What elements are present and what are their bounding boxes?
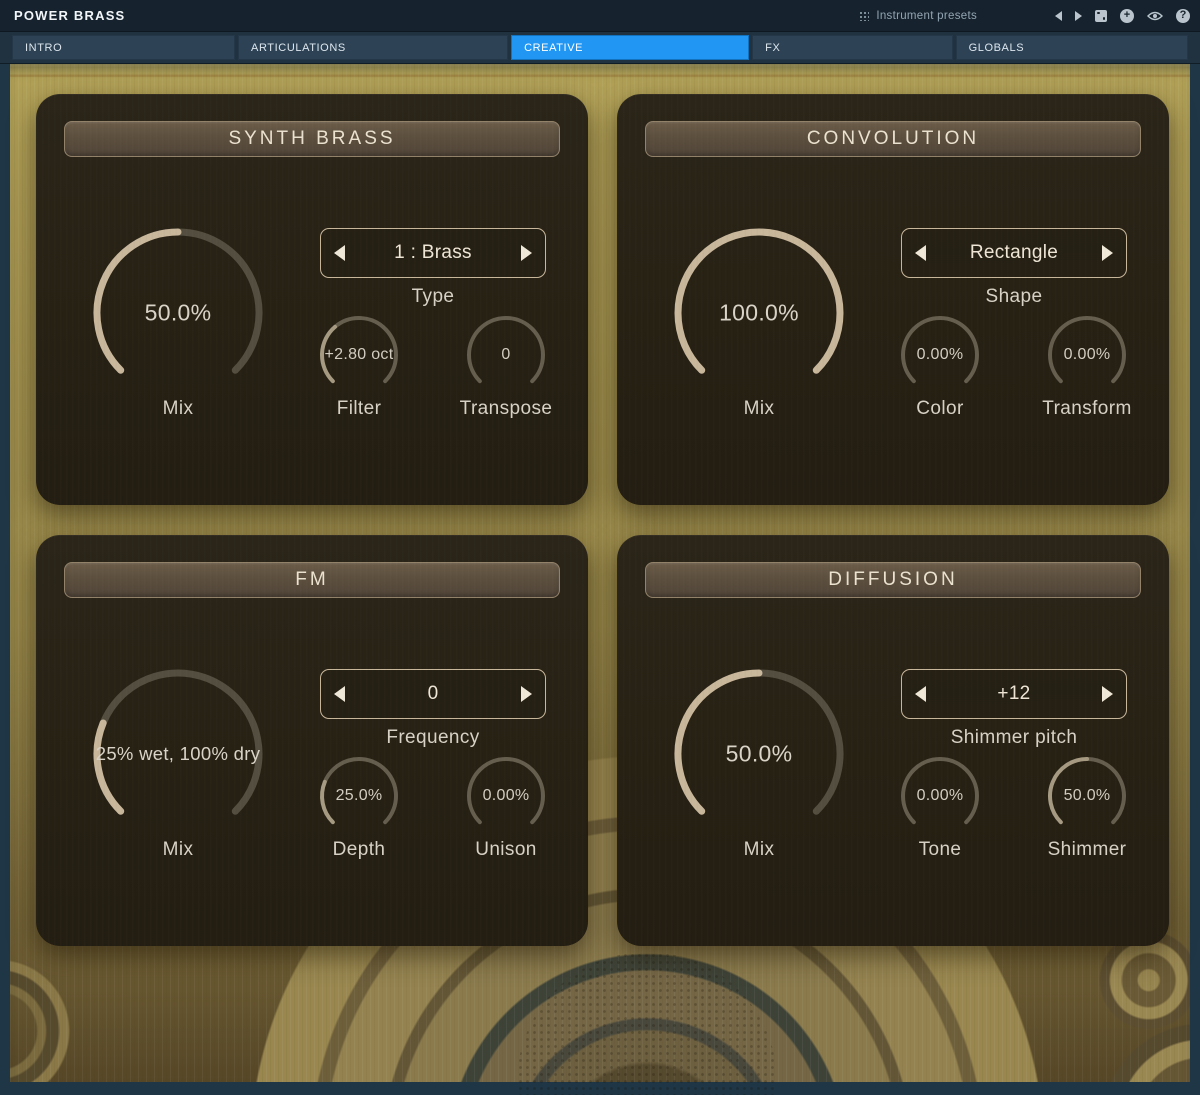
selector-label: Type: [320, 286, 546, 308]
knob-label: Filter: [289, 398, 429, 420]
mix-knob[interactable]: 50.0%: [671, 666, 847, 842]
transpose-knob[interactable]: 0: [464, 313, 548, 397]
knob-value: 0.00%: [917, 787, 964, 805]
chevron-right-icon[interactable]: [521, 686, 532, 702]
knob-label: Mix: [671, 839, 847, 861]
selector-value: 0: [428, 683, 439, 705]
unison-knob[interactable]: 0.00%: [464, 754, 548, 838]
color-knob[interactable]: 0.00%: [898, 313, 982, 397]
depth-knob[interactable]: 25.0%: [317, 754, 401, 838]
knob-label: Unison: [436, 839, 576, 861]
tab-intro[interactable]: INTRO: [12, 35, 235, 60]
tab-creative[interactable]: CREATIVE: [511, 35, 749, 60]
selector-label: Shape: [901, 286, 1127, 308]
knob-label: Transpose: [436, 398, 576, 420]
panel-title: CONVOLUTION: [645, 121, 1141, 157]
mix-knob[interactable]: 50.0%: [90, 225, 266, 401]
knob-label: Mix: [90, 398, 266, 420]
tab-bar: INTRO ARTICULATIONS CREATIVE FX GLOBALS: [0, 32, 1200, 64]
knob-value: 0.00%: [1064, 346, 1111, 364]
shimmer-knob[interactable]: 50.0%: [1045, 754, 1129, 838]
plugin-window: POWER BRASS Instrument presets + ? INTRO…: [0, 0, 1200, 1095]
panel-title: DIFFUSION: [645, 562, 1141, 598]
panel-diffusion: DIFFUSION 50.0% Mix +12 Shimmer pitch 0.…: [617, 535, 1169, 946]
shape-selector[interactable]: Rectangle: [901, 228, 1127, 278]
selector-value: Rectangle: [970, 242, 1058, 264]
knob-label: Mix: [90, 839, 266, 861]
random-icon[interactable]: [1095, 10, 1107, 22]
titlebar: POWER BRASS Instrument presets + ?: [0, 0, 1200, 32]
knob-value: 25% wet, 100% dry: [96, 743, 261, 765]
selector-label: Frequency: [320, 727, 546, 749]
knob-label: Transform: [1017, 398, 1157, 420]
app-title: POWER BRASS: [14, 8, 125, 23]
help-icon[interactable]: ?: [1176, 9, 1190, 23]
knob-value: 0: [501, 346, 510, 364]
knob-value: 25.0%: [336, 787, 383, 805]
transform-knob[interactable]: 0.00%: [1045, 313, 1129, 397]
selector-value: 1 : Brass: [394, 242, 472, 264]
mix-knob[interactable]: 100.0%: [671, 225, 847, 401]
knob-value: 50.0%: [1064, 787, 1111, 805]
tab-fx[interactable]: FX: [752, 35, 952, 60]
instrument-presets-label: Instrument presets: [876, 10, 977, 22]
plus-icon[interactable]: +: [1120, 9, 1134, 23]
tab-globals[interactable]: GLOBALS: [956, 35, 1188, 60]
knob-label: Shimmer: [1017, 839, 1157, 861]
speaker-mesh-texture: [517, 952, 777, 1095]
titlebar-icons: + ?: [1055, 9, 1190, 23]
eye-icon[interactable]: [1147, 10, 1163, 22]
knob-label: Color: [870, 398, 1010, 420]
panel-synth-brass: SYNTH BRASS 50.0% Mix 1 : Brass Type +2.…: [36, 94, 588, 505]
chevron-left-icon[interactable]: [334, 245, 345, 261]
knob-label: Tone: [870, 839, 1010, 861]
panel-title: SYNTH BRASS: [64, 121, 560, 157]
background-artwork: SYNTH BRASS 50.0% Mix 1 : Brass Type +2.…: [10, 64, 1190, 1082]
filter-knob[interactable]: +2.80 oct: [317, 313, 401, 397]
panel-convolution: CONVOLUTION 100.0% Mix Rectangle Shape 0…: [617, 94, 1169, 505]
mix-knob[interactable]: 25% wet, 100% dry: [90, 666, 266, 842]
type-selector[interactable]: 1 : Brass: [320, 228, 546, 278]
knob-value: 50.0%: [145, 300, 212, 327]
knob-value: 0.00%: [483, 787, 530, 805]
panel-fm: FM 25% wet, 100% dry Mix 0 Frequency 25.…: [36, 535, 588, 946]
panel-title: FM: [64, 562, 560, 598]
selector-label: Shimmer pitch: [901, 727, 1127, 749]
preset-prev-icon[interactable]: [1055, 11, 1062, 21]
preset-next-icon[interactable]: [1075, 11, 1082, 21]
chevron-right-icon[interactable]: [521, 245, 532, 261]
chevron-left-icon[interactable]: [915, 245, 926, 261]
knob-value: 0.00%: [917, 346, 964, 364]
knob-value: +2.80 oct: [325, 346, 394, 364]
frequency-selector[interactable]: 0: [320, 669, 546, 719]
knob-label: Mix: [671, 398, 847, 420]
grid-icon: [859, 11, 869, 21]
chevron-left-icon[interactable]: [334, 686, 345, 702]
shimmer-pitch-selector[interactable]: +12: [901, 669, 1127, 719]
chevron-right-icon[interactable]: [1102, 245, 1113, 261]
tone-knob[interactable]: 0.00%: [898, 754, 982, 838]
chevron-right-icon[interactable]: [1102, 686, 1113, 702]
tab-articulations[interactable]: ARTICULATIONS: [238, 35, 508, 60]
knob-value: 50.0%: [726, 741, 793, 768]
selector-value: +12: [997, 683, 1030, 705]
chevron-left-icon[interactable]: [915, 686, 926, 702]
instrument-presets-button[interactable]: Instrument presets: [859, 10, 977, 22]
knob-label: Depth: [289, 839, 429, 861]
knob-value: 100.0%: [719, 300, 799, 327]
